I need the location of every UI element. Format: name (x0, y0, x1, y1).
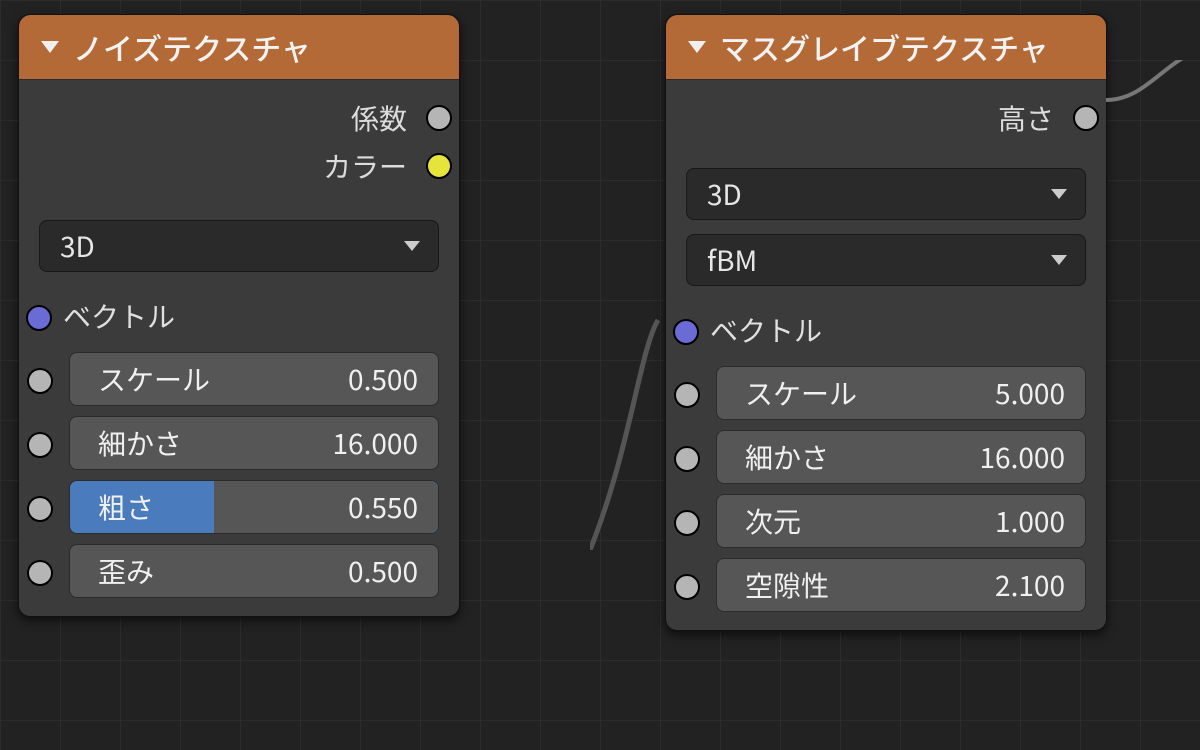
input-lacunarity-label: 空隙性 (745, 565, 829, 605)
output-height-socket[interactable] (1073, 105, 1099, 131)
input-detail-socket[interactable] (674, 446, 700, 472)
input-dimension-value: 1.000 (801, 501, 1065, 541)
input-lacunarity-value: 2.100 (829, 565, 1065, 605)
output-fac-row: 係数 (39, 94, 439, 142)
node-title: マスグレイブテクスチャ (720, 25, 1049, 69)
input-detail-value: 16.000 (829, 437, 1065, 477)
node-noise-texture[interactable]: ノイズテクスチャ 係数 カラー 3D ベクトル スケール 0.500 細かさ 1… (18, 14, 460, 617)
input-scale-socket[interactable] (27, 368, 53, 394)
input-dimension-label: 次元 (745, 501, 801, 541)
dropdown-dimensions-value: 3D (707, 174, 742, 214)
node-header-noise[interactable]: ノイズテクスチャ (19, 15, 459, 80)
collapse-icon[interactable] (41, 41, 59, 53)
output-height-label: 高さ (998, 98, 1054, 138)
output-color-row: カラー (39, 142, 439, 190)
input-scale-label: スケール (745, 373, 857, 413)
input-scale-label: スケール (98, 359, 210, 399)
node-body-musgrave: 高さ 3D fBM ベクトル スケール 5.000 細かさ 16.000 次元 (666, 80, 1106, 630)
input-scale-value: 5.000 (857, 373, 1065, 413)
input-roughness-value: 0.550 (214, 481, 438, 533)
output-fac-label: 係数 (351, 98, 407, 138)
chevron-down-icon (404, 241, 420, 251)
input-detail-value: 16.000 (182, 423, 418, 463)
node-title: ノイズテクスチャ (73, 25, 311, 69)
output-color-label: カラー (323, 146, 407, 186)
input-scale-socket[interactable] (674, 382, 700, 408)
input-dimension-socket[interactable] (674, 510, 700, 536)
input-detail-row[interactable]: 細かさ 16.000 (716, 430, 1086, 484)
input-lacunarity-socket[interactable] (674, 574, 700, 600)
output-height-row: 高さ (686, 94, 1086, 142)
input-vector-row: ベクトル (39, 290, 439, 342)
input-roughness-socket[interactable] (27, 496, 53, 522)
dropdown-type[interactable]: fBM (686, 234, 1086, 286)
input-distortion-row[interactable]: 歪み 0.500 (69, 544, 439, 598)
input-vector-row: ベクトル (686, 304, 1086, 356)
dropdown-dimensions[interactable]: 3D (39, 220, 439, 272)
input-scale-value: 0.500 (210, 359, 418, 399)
output-fac-socket[interactable] (426, 105, 452, 131)
input-vector-socket[interactable] (673, 319, 699, 345)
node-body-noise: 係数 カラー 3D ベクトル スケール 0.500 細かさ 16.000 粗さ (19, 80, 459, 616)
input-scale-row[interactable]: スケール 5.000 (716, 366, 1086, 420)
input-distortion-label: 歪み (98, 551, 154, 591)
chevron-down-icon (1051, 255, 1067, 265)
chevron-down-icon (1051, 189, 1067, 199)
input-distortion-value: 0.500 (154, 551, 418, 591)
input-scale-row[interactable]: スケール 0.500 (69, 352, 439, 406)
input-lacunarity-row[interactable]: 空隙性 2.100 (716, 558, 1086, 612)
node-musgrave-texture[interactable]: マスグレイブテクスチャ 高さ 3D fBM ベクトル スケール 5.000 細か… (665, 14, 1107, 631)
dropdown-dimensions-value: 3D (60, 226, 95, 266)
collapse-icon[interactable] (688, 41, 706, 53)
output-color-socket[interactable] (426, 153, 452, 179)
input-vector-socket[interactable] (26, 305, 52, 331)
dropdown-type-value: fBM (707, 240, 757, 280)
input-detail-label: 細かさ (98, 423, 182, 463)
input-detail-label: 細かさ (745, 437, 829, 477)
input-roughness-label: 粗さ (98, 487, 214, 527)
input-vector-label: ベクトル (710, 310, 822, 350)
dropdown-dimensions[interactable]: 3D (686, 168, 1086, 220)
input-detail-socket[interactable] (27, 432, 53, 458)
input-detail-row[interactable]: 細かさ 16.000 (69, 416, 439, 470)
input-vector-label: ベクトル (63, 296, 175, 336)
input-dimension-row[interactable]: 次元 1.000 (716, 494, 1086, 548)
input-distortion-socket[interactable] (27, 560, 53, 586)
input-roughness-row[interactable]: 粗さ 0.550 (69, 480, 439, 534)
node-header-musgrave[interactable]: マスグレイブテクスチャ (666, 15, 1106, 80)
